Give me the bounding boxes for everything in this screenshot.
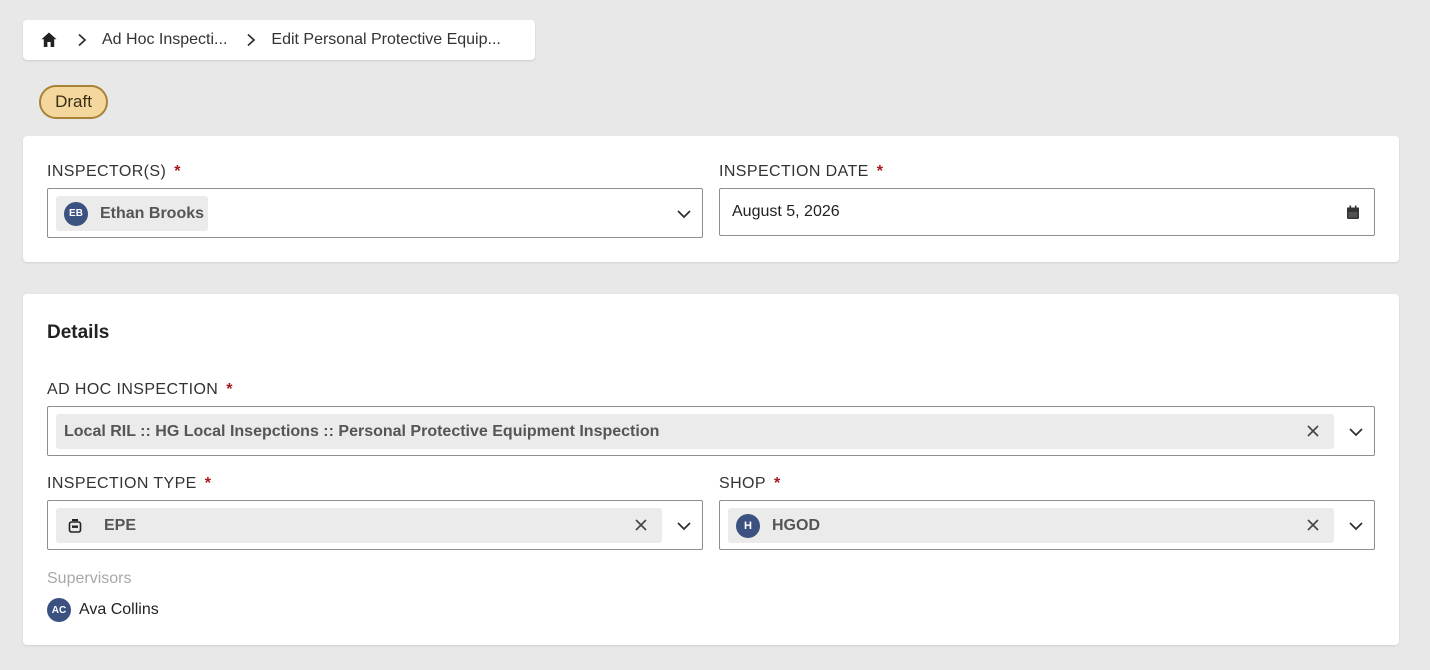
chevron-down-icon[interactable] [676,518,692,534]
inspector-name: Ethan Brooks [100,204,205,222]
inspection-date-label: INSPECTION DATE * [719,163,884,180]
supervisor-name: Ava Collins [79,601,159,618]
calendar-icon[interactable] [1345,204,1361,220]
shop-select[interactable]: H HGOD [719,500,1375,550]
ad-hoc-inspection-select[interactable]: Local RIL :: HG Local Insepctions :: Per… [47,406,1375,456]
clear-icon[interactable] [1306,518,1320,532]
inspection-type-select[interactable]: EPE [47,500,703,550]
inspection-date-input[interactable]: August 5, 2026 [719,188,1375,236]
breadcrumb: Ad Hoc Inspecti... Edit Personal Protect… [23,20,535,60]
breadcrumb-item-ad-hoc-inspections[interactable]: Ad Hoc Inspecti... [102,31,227,49]
inspectors-label: INSPECTOR(S) * [47,163,181,180]
inspection-type-label: INSPECTION TYPE * [47,475,212,492]
clear-icon[interactable] [634,518,648,532]
inspectors-select[interactable]: EB Ethan Brooks [47,188,703,238]
inspection-type-chip: EPE [56,508,662,543]
details-card: Details AD HOC INSPECTION * Local RIL :: … [23,294,1399,645]
chevron-down-icon[interactable] [1348,518,1364,534]
chevron-down-icon[interactable] [1348,424,1364,440]
avatar: H [736,513,760,538]
ad-hoc-inspection-label: AD HOC INSPECTION * [47,381,233,398]
breadcrumb-item-current: Edit Personal Protective Equip... [271,31,501,48]
status-badge: Draft [39,85,108,119]
details-title: Details [47,322,110,343]
home-icon[interactable] [40,31,58,49]
ad-hoc-inspection-chip: Local RIL :: HG Local Insepctions :: Per… [56,414,1334,449]
chevron-right-icon [76,33,88,47]
clear-icon[interactable] [1306,424,1320,438]
chevron-down-icon[interactable] [676,206,692,222]
avatar: AC [47,598,71,622]
inspection-type-value: EPE [104,516,137,534]
ad-hoc-inspection-value: Local RIL :: HG Local Insepctions :: Per… [64,422,660,440]
shop-chip: H HGOD [728,508,1334,543]
inspector-chip: EB Ethan Brooks [56,196,208,231]
inspection-header-card: INSPECTOR(S) * EB Ethan Brooks INSPECTION… [23,136,1399,262]
equipment-icon [68,518,84,534]
supervisors-label: Supervisors [47,570,132,587]
avatar: EB [64,201,88,226]
chevron-right-icon [245,33,257,47]
supervisor-item: AC Ava Collins [47,598,159,622]
inspection-date-value: August 5, 2026 [732,203,840,220]
shop-label: SHOP * [719,475,781,492]
shop-value: HGOD [772,516,820,534]
